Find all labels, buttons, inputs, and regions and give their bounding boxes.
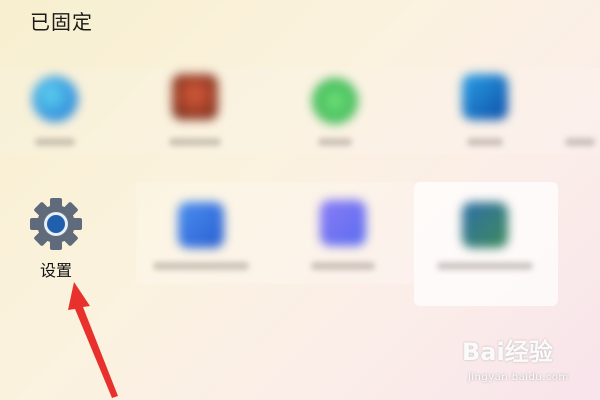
app-label-placeholder (311, 262, 375, 270)
app-icon (172, 74, 218, 120)
watermark-url: jingyan.baidu.com (468, 372, 569, 383)
app-icon (312, 78, 358, 124)
pinned-app-blurred-8[interactable] (430, 192, 540, 292)
annotation-arrow-icon (68, 282, 118, 398)
app-label-placeholder (169, 138, 221, 146)
pinned-app-blurred-7[interactable] (288, 192, 398, 292)
pinned-app-blurred-4[interactable] (430, 66, 540, 166)
pinned-app-blurred-1[interactable] (0, 66, 110, 166)
app-label-placeholder (565, 138, 595, 146)
gear-icon (30, 198, 82, 250)
pinned-app-blurred-3[interactable] (280, 66, 390, 166)
pinned-app-blurred-5[interactable] (560, 66, 600, 166)
settings-label: 设置 (39, 261, 72, 280)
app-label-placeholder (467, 138, 503, 146)
app-icon (320, 200, 366, 246)
app-label-placeholder (35, 138, 75, 146)
pinned-app-settings[interactable]: 设置 (20, 194, 92, 284)
app-icon (462, 74, 508, 120)
watermark: Bai经验 jingyan.baidu.com (446, 328, 596, 394)
app-icon (462, 202, 508, 248)
watermark-brand: Bai经验 (462, 338, 553, 366)
pinned-app-blurred-6[interactable] (146, 192, 256, 292)
pinned-section-title: 已固定 (30, 10, 93, 34)
pinned-app-blurred-2[interactable] (140, 66, 250, 166)
app-label-placeholder (318, 138, 352, 146)
app-label-placeholder (437, 262, 533, 270)
app-icon (178, 202, 224, 248)
app-label-placeholder (153, 262, 249, 270)
app-icon (32, 76, 78, 122)
